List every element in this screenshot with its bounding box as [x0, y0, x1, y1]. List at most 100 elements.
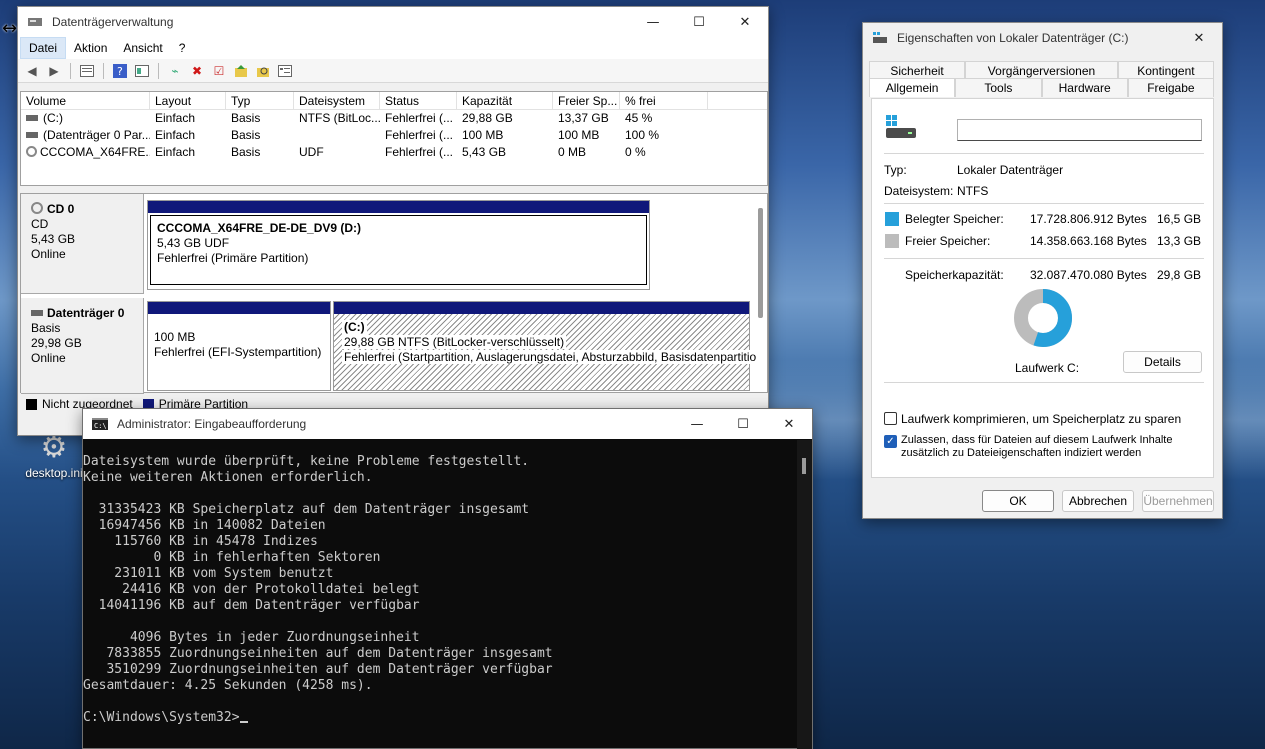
typ-cell: Basis [231, 128, 261, 142]
properties-view-icon[interactable] [132, 62, 152, 80]
menu-ansicht[interactable]: Ansicht [115, 38, 170, 58]
col-status[interactable]: Status [380, 92, 457, 109]
console-line: 31335423 KB Speicherplatz auf dem Datent… [83, 502, 530, 517]
layout-cell: Einfach [155, 145, 196, 159]
free-label: Freier Speicher: [905, 234, 991, 248]
close-button[interactable]: ✕ [1176, 23, 1222, 53]
properties-titlebar[interactable]: Eigenschaften von Lokaler Datenträger (C… [863, 23, 1222, 53]
disk-state: Online [31, 351, 66, 365]
tab-allgemein[interactable]: Allgemein [869, 78, 956, 97]
col-dateisystem[interactable]: Dateisystem [294, 92, 380, 109]
table-row[interactable]: (Datenträger 0 Par... Einfach Basis Fehl… [21, 127, 767, 144]
apply-button[interactable]: Übernehmen [1142, 490, 1214, 512]
volume-cell: (Datenträger 0 Par... [21, 127, 150, 144]
tab-sicherheit[interactable]: Sicherheit [869, 61, 966, 78]
tab-tools[interactable]: Tools [955, 78, 1042, 97]
toolbar-separator [70, 62, 71, 79]
index-checkbox[interactable]: ✓ [884, 435, 897, 448]
console-line: 115760 KB in 45478 Indizes [83, 534, 318, 549]
cancel-button[interactable]: Abbrechen [1062, 490, 1134, 512]
scrollbar-thumb[interactable] [802, 458, 806, 474]
prozent-frei-cell: 45 % [625, 111, 653, 125]
delete-icon[interactable]: ✖ [187, 62, 207, 80]
close-button[interactable]: ✕ [766, 409, 812, 439]
typ-cell: Basis [231, 111, 261, 125]
partition-status: Fehlerfrei (EFI-Systempartition) [154, 345, 322, 359]
disk-label-disk0[interactable]: Datenträger 0 Basis 29,98 GB Online [21, 298, 144, 394]
drive-name-input[interactable] [957, 119, 1202, 141]
console-view-icon[interactable] [275, 62, 295, 80]
minimize-button[interactable]: — [674, 409, 720, 439]
cmd-titlebar[interactable]: C:\ Administrator: Eingabeaufforderung —… [83, 409, 812, 439]
type-label: Typ: [884, 163, 907, 177]
tab-vorgaengerversionen[interactable]: Vorgängerversionen [965, 61, 1118, 78]
minimize-button[interactable]: — [630, 7, 676, 37]
maximize-button[interactable]: ☐ [676, 7, 722, 37]
status-cell: Fehlerfrei (... [385, 145, 454, 159]
col-volume[interactable]: Volume [21, 92, 150, 109]
table-row[interactable]: (C:) Einfach Basis NTFS (BitLoc... Fehle… [21, 110, 767, 127]
partition-efi[interactable]: 100 MB Fehlerfrei (EFI-Systempartition) [147, 301, 331, 391]
menu-aktion[interactable]: Aktion [66, 38, 115, 58]
disk-management-titlebar[interactable]: Datenträgerverwaltung — ☐ ✕ [18, 7, 768, 37]
resize-cursor-icon: ↔ [2, 18, 18, 39]
desktop-ini-icon[interactable]: ⚙ desktop.ini [24, 432, 84, 492]
graph-scrollbar[interactable] [758, 208, 763, 318]
volume-name: (C:) [43, 111, 63, 125]
partition-cd-d[interactable]: CCCOMA_X64FRE_DE-DE_DV9 (D:) 5,43 GB UDF… [147, 200, 650, 290]
disk-name: Datenträger 0 [47, 306, 125, 320]
kapazitaet-cell: 100 MB [462, 128, 504, 142]
help-icon[interactable]: ? [110, 62, 130, 80]
maximize-button[interactable]: ☐ [720, 409, 766, 439]
ok-button[interactable]: OK [982, 490, 1054, 512]
partition-name: CCCOMA_X64FRE_DE-DE_DV9 (D:) [157, 221, 362, 235]
tab-kontingent[interactable]: Kontingent [1117, 61, 1215, 78]
toolbar: ◀ ▶ ? ⌁ ✖ ☑ [18, 59, 768, 83]
console-output[interactable]: Dateisystem wurde überprüft, keine Probl… [83, 440, 798, 749]
cd-icon [31, 202, 43, 214]
search-icon[interactable] [253, 62, 273, 80]
dateisystem-cell [294, 127, 380, 144]
svg-text:?: ? [117, 65, 123, 78]
up-folder-icon[interactable] [231, 62, 251, 80]
menu-datei[interactable]: Datei [20, 37, 67, 59]
console-scrollbar[interactable] [797, 440, 812, 749]
partition-status: Fehlerfrei (Primäre Partition) [157, 251, 309, 265]
dateisystem-cell: NTFS (BitLoc... [299, 111, 380, 125]
command-prompt-window: C:\ Administrator: Eingabeaufforderung —… [82, 408, 813, 749]
table-row[interactable]: CCCOMA_X64FRE... Einfach Basis UDF Fehle… [21, 144, 767, 161]
partition-size: 29,88 GB NTFS (BitLocker-verschlüsselt) [342, 335, 567, 349]
disk-graphical-view: CD 0 CD 5,43 GB Online CCCOMA_X64FRE_DE-… [20, 193, 768, 394]
volume-name: CCCOMA_X64FRE... [40, 145, 150, 159]
menu-help[interactable]: ? [171, 38, 194, 58]
forward-icon[interactable]: ▶ [44, 62, 64, 80]
partition-c[interactable]: (C:) 29,88 GB NTFS (BitLocker-verschlüss… [333, 301, 759, 391]
col-prozent-frei[interactable]: % frei [620, 92, 708, 109]
toolbar-separator [103, 62, 104, 79]
col-kapazitaet[interactable]: Kapazität [457, 92, 553, 109]
drive-icon [26, 132, 38, 138]
check-icon[interactable]: ☑ [209, 62, 229, 80]
drive-icon [26, 115, 38, 121]
col-freier-speicher[interactable]: Freier Sp... [553, 92, 620, 109]
list-view-icon[interactable] [77, 62, 97, 80]
back-icon[interactable]: ◀ [22, 62, 42, 80]
details-button[interactable]: Details [1123, 351, 1202, 373]
drive-icon [31, 310, 43, 316]
tab-hardware[interactable]: Hardware [1041, 78, 1128, 97]
usage-donut-chart [1014, 289, 1072, 347]
close-button[interactable]: ✕ [722, 7, 768, 37]
console-line: 16947456 KB in 140082 Dateien [83, 518, 326, 533]
disk-label-cd0[interactable]: CD 0 CD 5,43 GB Online [21, 194, 144, 294]
compress-checkbox[interactable] [884, 412, 897, 425]
cmd-title: Administrator: Eingabeaufforderung [117, 417, 307, 431]
used-bytes: 17.728.806.912 Bytes [1030, 212, 1147, 226]
tab-freigabe[interactable]: Freigabe [1127, 78, 1214, 97]
divider [884, 153, 1204, 154]
partition-status: Fehlerfrei (Startpartition, Auslagerungs… [342, 350, 759, 364]
compress-label: Laufwerk komprimieren, um Speicherplatz … [901, 412, 1182, 426]
col-typ[interactable]: Typ [226, 92, 294, 109]
connect-icon[interactable]: ⌁ [165, 62, 185, 80]
console-line: 3510299 Zuordnungseinheiten auf dem Date… [83, 662, 553, 677]
col-layout[interactable]: Layout [150, 92, 226, 109]
